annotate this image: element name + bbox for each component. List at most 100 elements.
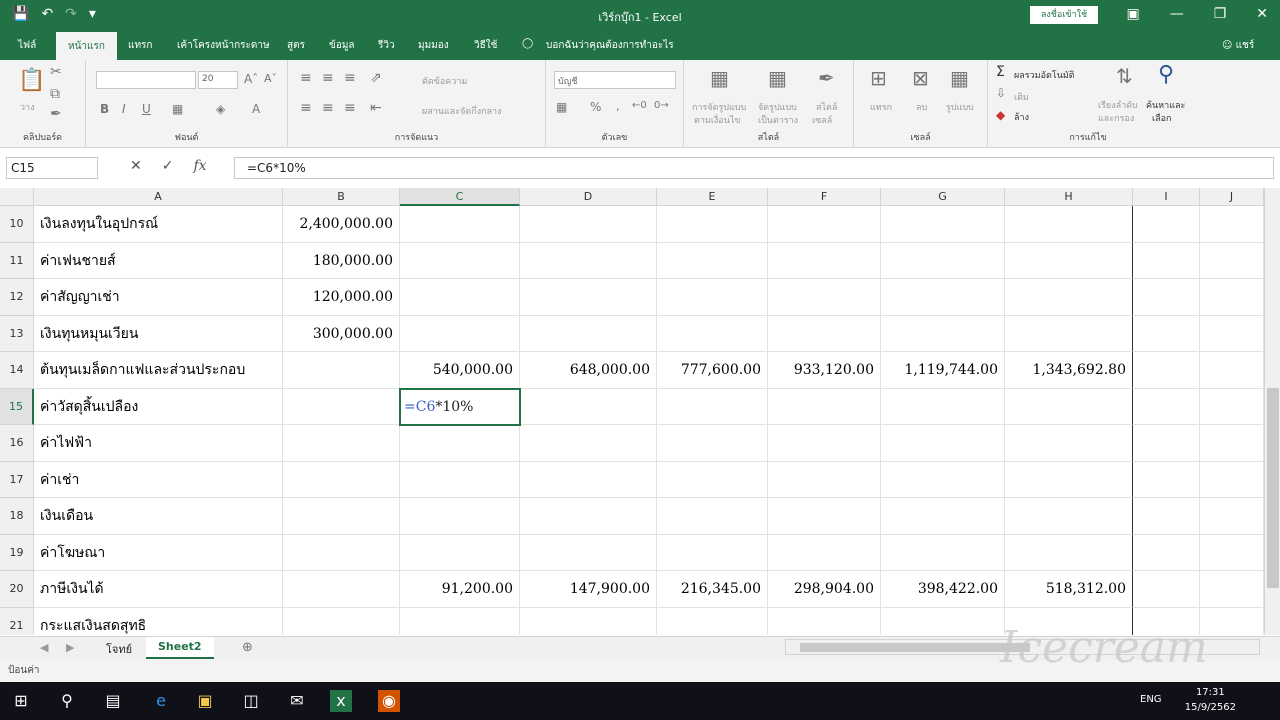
cell-h21[interactable] xyxy=(1005,607,1133,635)
cell-i21[interactable] xyxy=(1133,607,1200,635)
cell-c12[interactable] xyxy=(400,279,520,316)
cell-j21[interactable] xyxy=(1200,607,1264,635)
cell-a15[interactable]: ค่าวัสดุสิ้นเปลือง xyxy=(34,388,283,425)
store-icon[interactable]: ◫ xyxy=(240,690,262,712)
windows-start-icon[interactable]: ⊞ xyxy=(10,690,32,712)
cell-h13[interactable] xyxy=(1005,315,1133,352)
fill-label[interactable]: เติม xyxy=(1014,90,1029,104)
cell-e12[interactable] xyxy=(657,279,768,316)
language-indicator[interactable]: ENG xyxy=(1140,694,1162,705)
cell-j12[interactable] xyxy=(1200,279,1264,316)
autosum-label[interactable]: ผลรวมอัตโนมัติ xyxy=(1014,68,1075,82)
column-header-f[interactable]: F xyxy=(768,188,881,206)
number-format-select[interactable]: บัญชี xyxy=(554,71,676,89)
cell-h12[interactable] xyxy=(1005,279,1133,316)
cell-d15[interactable] xyxy=(520,388,657,425)
format-cells-icon[interactable]: ▦ xyxy=(950,66,969,90)
cell-f16[interactable] xyxy=(768,425,881,462)
horizontal-scroll-thumb[interactable] xyxy=(800,643,1030,652)
eraser-icon[interactable]: ◆ xyxy=(996,108,1005,122)
fill-icon[interactable]: ⇩ xyxy=(996,86,1006,100)
row-header[interactable]: 21 xyxy=(0,607,34,635)
cell-e20[interactable]: 216,345.00 xyxy=(657,571,768,608)
cell-h18[interactable] xyxy=(1005,498,1133,535)
cell-d17[interactable] xyxy=(520,461,657,498)
ribbon-display-icon[interactable]: ▣ xyxy=(1126,6,1139,22)
cell-i18[interactable] xyxy=(1133,498,1200,535)
cell-f17[interactable] xyxy=(768,461,881,498)
cell-a10[interactable]: เงินลงทุนในอุปกรณ์ xyxy=(34,206,283,243)
clear-label[interactable]: ล้าง xyxy=(1014,110,1029,124)
format-table-icon[interactable]: ▦ xyxy=(768,66,787,90)
cell-e13[interactable] xyxy=(657,315,768,352)
cell-h19[interactable] xyxy=(1005,534,1133,571)
cell-e17[interactable] xyxy=(657,461,768,498)
cell-g12[interactable] xyxy=(881,279,1005,316)
cell-c10[interactable] xyxy=(400,206,520,243)
cell-b21[interactable] xyxy=(283,607,400,635)
cut-icon[interactable]: ✂ xyxy=(50,64,62,80)
cell-c20[interactable]: 91,200.00 xyxy=(400,571,520,608)
cell-f15[interactable] xyxy=(768,388,881,425)
new-sheet-icon[interactable]: ⊕ xyxy=(242,640,253,655)
cell-e14[interactable]: 777,600.00 xyxy=(657,352,768,389)
cell-f13[interactable] xyxy=(768,315,881,352)
cell-j19[interactable] xyxy=(1200,534,1264,571)
vertical-scroll-thumb[interactable] xyxy=(1267,388,1279,588)
next-sheet-icon[interactable]: ▶ xyxy=(66,641,74,654)
increase-decimal-icon[interactable]: ←0 xyxy=(632,100,647,111)
tab-file[interactable]: ไฟล์ xyxy=(18,38,36,53)
cell-i17[interactable] xyxy=(1133,461,1200,498)
cell-a17[interactable]: ค่าเช่า xyxy=(34,461,283,498)
align-top-icon[interactable]: ≡ xyxy=(300,70,312,86)
excel-taskbar-icon[interactable]: x xyxy=(330,690,352,712)
cell-f11[interactable] xyxy=(768,242,881,279)
column-header-g[interactable]: G xyxy=(881,188,1005,206)
cell-h11[interactable] xyxy=(1005,242,1133,279)
row-header[interactable]: 17 xyxy=(0,461,34,498)
sheet-tab-sheet2[interactable]: Sheet2 xyxy=(146,637,214,659)
cell-a12[interactable]: ค่าสัญญาเช่า xyxy=(34,279,283,316)
horizontal-scrollbar[interactable] xyxy=(785,639,1260,655)
cell-i10[interactable] xyxy=(1133,206,1200,243)
spreadsheet-grid[interactable]: A B C D E F G H I J 10 เงินลงทุนในอุปกรณ์ 2,400,000.… xyxy=(0,188,1264,635)
orientation-icon[interactable]: ⇗ xyxy=(370,70,382,86)
cell-i15[interactable] xyxy=(1133,388,1200,425)
cell-g19[interactable] xyxy=(881,534,1005,571)
cell-i13[interactable] xyxy=(1133,315,1200,352)
cell-g14[interactable]: 1,119,744.00 xyxy=(881,352,1005,389)
cell-i11[interactable] xyxy=(1133,242,1200,279)
cell-styles-icon[interactable]: ✒ xyxy=(818,66,835,90)
system-clock[interactable]: 17:31 15/9/2562 xyxy=(1185,685,1236,715)
cell-h17[interactable] xyxy=(1005,461,1133,498)
cell-d18[interactable] xyxy=(520,498,657,535)
cell-h14[interactable]: 1,343,692.80 xyxy=(1005,352,1133,389)
cell-a19[interactable]: ค่าโฆษณา xyxy=(34,534,283,571)
search-icon[interactable]: ⚲ xyxy=(56,690,78,712)
column-header-d[interactable]: D xyxy=(520,188,657,206)
column-header-c[interactable]: C xyxy=(400,188,520,206)
cell-i19[interactable] xyxy=(1133,534,1200,571)
cell-b14[interactable] xyxy=(283,352,400,389)
cell-f12[interactable] xyxy=(768,279,881,316)
align-bottom-icon[interactable]: ≡ xyxy=(344,70,356,86)
sort-filter-icon[interactable]: ⇅ xyxy=(1116,64,1133,88)
close-icon[interactable]: ✕ xyxy=(1256,6,1268,22)
enter-icon[interactable]: ✓ xyxy=(162,158,174,174)
tab-data[interactable]: ข้อมูล xyxy=(329,38,355,53)
cell-i14[interactable] xyxy=(1133,352,1200,389)
cell-h15[interactable] xyxy=(1005,388,1133,425)
fill-color-icon[interactable]: ◈ xyxy=(216,102,225,116)
cell-e11[interactable] xyxy=(657,242,768,279)
insert-function-icon[interactable]: fx xyxy=(193,158,206,174)
cell-a18[interactable]: เงินเดือน xyxy=(34,498,283,535)
grow-font-icon[interactable]: Aˆ xyxy=(244,72,258,86)
cell-b16[interactable] xyxy=(283,425,400,462)
row-header[interactable]: 16 xyxy=(0,425,34,462)
align-middle-icon[interactable]: ≡ xyxy=(322,70,334,86)
signin-button[interactable]: ลงชื่อเข้าใช้ xyxy=(1030,6,1098,24)
cell-f21[interactable] xyxy=(768,607,881,635)
column-header-j[interactable]: J xyxy=(1200,188,1264,206)
select-all-corner[interactable] xyxy=(0,188,34,206)
find-select-icon[interactable]: ⚲ xyxy=(1158,62,1174,87)
